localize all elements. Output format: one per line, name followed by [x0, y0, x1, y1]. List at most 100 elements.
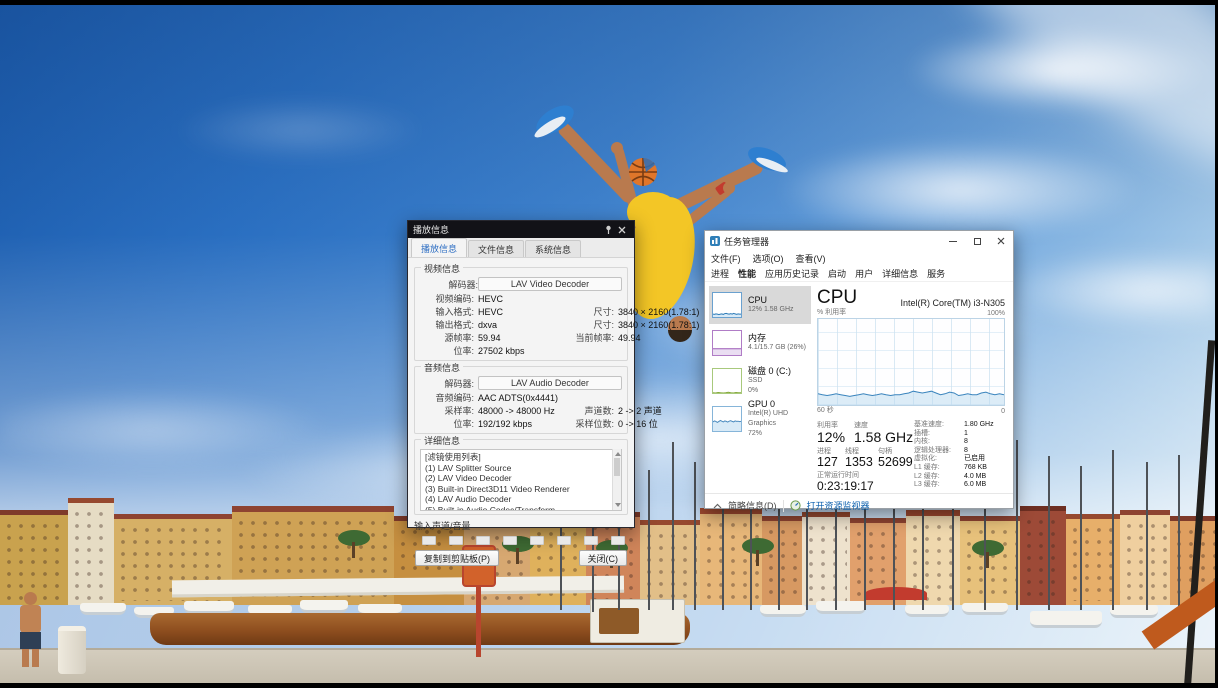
- stat-label: 进程: [817, 446, 845, 455]
- boat: [1030, 611, 1102, 628]
- close-button[interactable]: 关闭(C): [579, 550, 628, 566]
- field-label: 源帧率:: [420, 331, 478, 344]
- tab-users[interactable]: 用户: [855, 267, 873, 280]
- group-label: 音频信息: [421, 361, 463, 374]
- scrollbar[interactable]: [612, 449, 621, 510]
- spec-value: 1.80 GHz: [964, 421, 994, 430]
- field-label: 位率:: [420, 344, 478, 357]
- audio-decoder-box: LAV Audio Decoder: [478, 376, 622, 390]
- sidebar-item-disk[interactable]: 磁盘 0 (C:) SSD 0%: [709, 362, 811, 400]
- spec-label: L1 缓存:: [914, 464, 964, 473]
- stat-value-handles: 52699: [878, 455, 913, 470]
- audio-info-group: 音频信息 解码器: LAV Audio Decoder 音频编码:AAC ADT…: [414, 366, 628, 434]
- boat-mast: [1080, 466, 1082, 610]
- task-manager-titlebar[interactable]: 任务管理器: [705, 231, 1013, 251]
- field-value: AAC ADTS(0x4441): [478, 393, 622, 403]
- media-info-body: 视频信息 解码器: LAV Video Decoder 视频编码:HEVC 输入…: [408, 258, 634, 570]
- channel-volume-meter: [422, 536, 436, 545]
- field-label: 音频编码:: [420, 391, 478, 404]
- details-group: 详细信息 [滤镜使用列表] (1) LAV Splitter Source (2…: [414, 439, 628, 515]
- group-label: 详细信息: [421, 434, 463, 447]
- y-axis-label: % 利用率: [817, 307, 846, 317]
- media-info-titlebar[interactable]: 播放信息: [408, 221, 634, 238]
- field-value: dxva: [478, 320, 556, 330]
- open-resource-monitor-link[interactable]: 打开资源监视器: [807, 499, 870, 512]
- field-label: 采样位数:: [556, 417, 618, 430]
- close-icon[interactable]: [615, 224, 629, 236]
- maximize-icon[interactable]: [965, 233, 989, 249]
- sidebar-item-subtitle: Intel(R) UHD Graphics: [748, 409, 811, 429]
- cpu-mini-graph: [712, 292, 742, 318]
- field-label: 采样率:: [420, 404, 478, 417]
- field-label: 声道数:: [556, 404, 618, 417]
- spec-value: 4.0 MB: [964, 473, 986, 482]
- sidebar-item-subtitle: 0%: [748, 386, 791, 396]
- field-label: 位率:: [420, 417, 478, 430]
- scroll-down-icon[interactable]: [615, 503, 621, 507]
- tab-app-history[interactable]: 应用历史记录: [765, 267, 819, 280]
- close-icon[interactable]: [989, 233, 1013, 249]
- boat: [760, 605, 806, 617]
- stat-value-utilization: 12%: [817, 429, 854, 446]
- channel-volume-meter: [476, 536, 490, 545]
- sidebar-item-gpu[interactable]: GPU 0 Intel(R) UHD Graphics 72%: [709, 400, 811, 438]
- menu-options[interactable]: 选项(O): [753, 252, 784, 265]
- tab-file-info[interactable]: 文件信息: [468, 240, 524, 257]
- fewer-details-toggle[interactable]: 简略信息(D): [728, 499, 777, 512]
- video-decoder-box: LAV Video Decoder: [478, 277, 622, 291]
- pin-icon[interactable]: [601, 224, 615, 236]
- cpu-utilization-chart: [817, 318, 1005, 406]
- palm-tree: [972, 540, 1004, 556]
- menu-view[interactable]: 查看(V): [796, 252, 826, 265]
- y-max-label: 100%: [987, 310, 1005, 317]
- gpu-mini-graph: [712, 406, 742, 432]
- copy-to-clipboard-button[interactable]: 复制到剪贴板(P): [415, 550, 499, 566]
- sidebar-item-title: 内存: [748, 333, 806, 343]
- field-value: 59.94: [478, 333, 556, 343]
- channel-volume-meter: [530, 536, 544, 545]
- app-icon: [710, 236, 720, 246]
- field-label: 尺寸:: [556, 305, 618, 318]
- menu-file[interactable]: 文件(F): [711, 252, 741, 265]
- stat-value-processes: 127: [817, 455, 845, 470]
- window-title: 任务管理器: [724, 235, 941, 248]
- scroll-up-icon[interactable]: [615, 452, 621, 456]
- stat-value-speed: 1.58 GHz: [854, 429, 913, 446]
- palm-tree: [338, 530, 370, 546]
- tab-playback-info[interactable]: 播放信息: [411, 238, 467, 257]
- spec-label: 虚拟化:: [914, 455, 964, 464]
- boat-mast: [1016, 440, 1018, 610]
- field-value: 2 -> 2 声道: [618, 404, 662, 417]
- tab-performance[interactable]: 性能: [738, 267, 756, 280]
- boat-mast: [672, 442, 674, 610]
- decoder-label: 解码器:: [420, 377, 478, 390]
- tab-processes[interactable]: 进程: [711, 267, 729, 280]
- minimize-icon[interactable]: [941, 233, 965, 249]
- window-title: 播放信息: [413, 223, 601, 236]
- sidebar-item-title: CPU: [748, 295, 794, 305]
- tabbar: 进程 性能 应用历史记录 启动 用户 详细信息 服务: [705, 265, 1013, 282]
- media-info-tabbar: 播放信息 文件信息 系统信息: [408, 238, 634, 258]
- filter-list: [滤镜使用列表] (1) LAV Splitter Source (2) LAV…: [420, 449, 622, 511]
- stat-value-uptime: 0:23:19:17: [817, 479, 874, 493]
- chevron-up-icon[interactable]: [713, 503, 722, 509]
- cpu-stats: 利用率速度 12%1.58 GHz 进程线程句柄 127135352699 正常…: [817, 420, 1005, 493]
- field-value: 192/192 kbps: [478, 419, 556, 429]
- spec-value: 768 KB: [964, 464, 987, 473]
- tab-details[interactable]: 详细信息: [882, 267, 918, 280]
- tab-startup[interactable]: 启动: [828, 267, 846, 280]
- spec-value: 8: [964, 438, 968, 447]
- tab-services[interactable]: 服务: [927, 267, 945, 280]
- field-value: 3840 × 2160(1.78:1): [618, 307, 699, 317]
- sidebar-item-subtitle: SSD: [748, 376, 791, 386]
- tab-system-info[interactable]: 系统信息: [525, 240, 581, 257]
- sidebar-item-cpu[interactable]: CPU 12% 1.58 GHz: [709, 286, 811, 324]
- scrollbar-thumb[interactable]: [614, 458, 620, 476]
- volume-group-label: 输入声道/音量: [414, 521, 471, 531]
- sidebar-item-memory[interactable]: 内存 4.1/15.7 GB (26%): [709, 324, 811, 362]
- spec-value: 6.0 MB: [964, 481, 986, 490]
- channel-volume-meter: [611, 536, 625, 545]
- palm-tree: [742, 538, 774, 554]
- boat-mast: [648, 470, 650, 610]
- standing-man: [14, 592, 54, 668]
